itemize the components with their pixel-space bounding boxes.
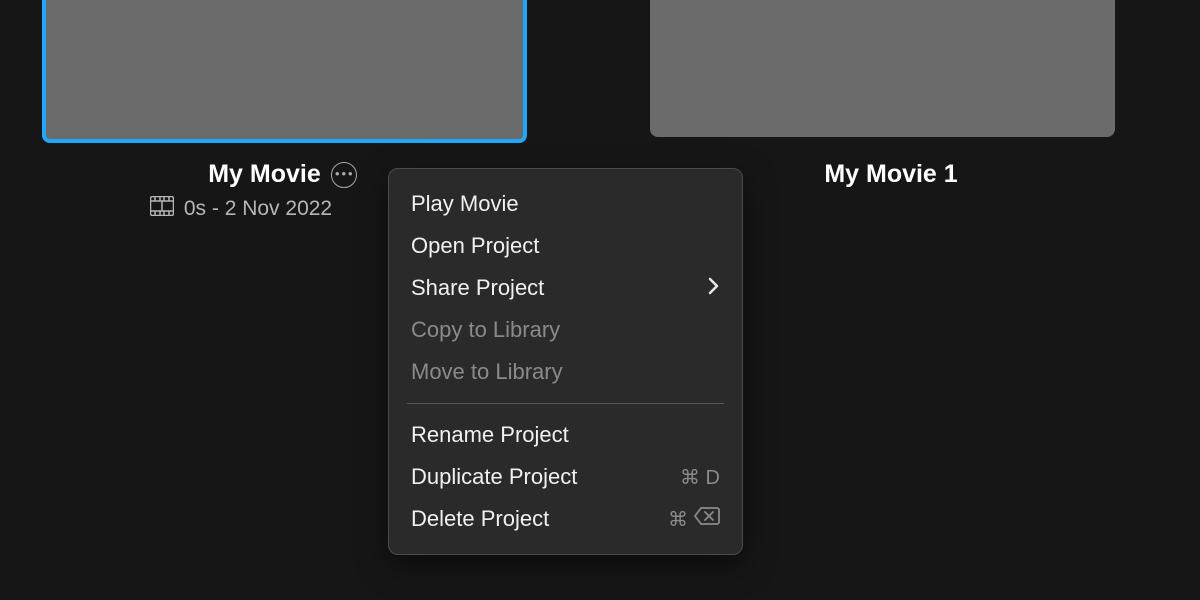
delete-key-icon — [694, 507, 720, 531]
menu-item-label: Play Movie — [411, 191, 519, 217]
menu-item-label: Rename Project — [411, 422, 569, 448]
menu-item-open-project[interactable]: Open Project — [389, 225, 742, 267]
chevron-right-icon — [708, 275, 720, 301]
menu-item-label: Delete Project — [411, 506, 549, 532]
menu-item-delete-project[interactable]: Delete Project ⌘ — [389, 498, 742, 540]
menu-item-move-to-library: Move to Library — [389, 351, 742, 393]
project-1-meta-text: 0s - 2 Nov 2022 — [184, 197, 332, 221]
shortcut-label: ⌘ D — [680, 465, 720, 490]
menu-item-label: Copy to Library — [411, 317, 560, 343]
filmstrip-icon — [150, 196, 174, 222]
command-icon: ⌘ — [668, 507, 688, 532]
more-options-button[interactable]: ••• — [331, 162, 357, 188]
menu-item-rename-project[interactable]: Rename Project — [389, 414, 742, 456]
menu-item-share-project[interactable]: Share Project — [389, 267, 742, 309]
shortcut-label: ⌘ — [668, 507, 720, 532]
menu-separator — [407, 403, 724, 404]
menu-item-play-movie[interactable]: Play Movie — [389, 183, 742, 225]
project-context-menu: Play Movie Open Project Share Project Co… — [388, 168, 743, 555]
project-thumbnail-2[interactable] — [650, 0, 1115, 137]
menu-item-label: Share Project — [411, 275, 544, 301]
ellipsis-icon: ••• — [335, 167, 355, 180]
menu-item-label: Open Project — [411, 233, 539, 259]
menu-item-label: Move to Library — [411, 359, 563, 385]
project-1-title[interactable]: My Movie — [208, 160, 321, 189]
project-thumbnail-1[interactable] — [42, 0, 527, 143]
menu-item-label: Duplicate Project — [411, 464, 577, 490]
menu-item-duplicate-project[interactable]: Duplicate Project ⌘ D — [389, 456, 742, 498]
menu-item-copy-to-library: Copy to Library — [389, 309, 742, 351]
project-library: My Movie ••• 0s - 2 Nov 2022 My Movie 1 — [0, 0, 1200, 600]
